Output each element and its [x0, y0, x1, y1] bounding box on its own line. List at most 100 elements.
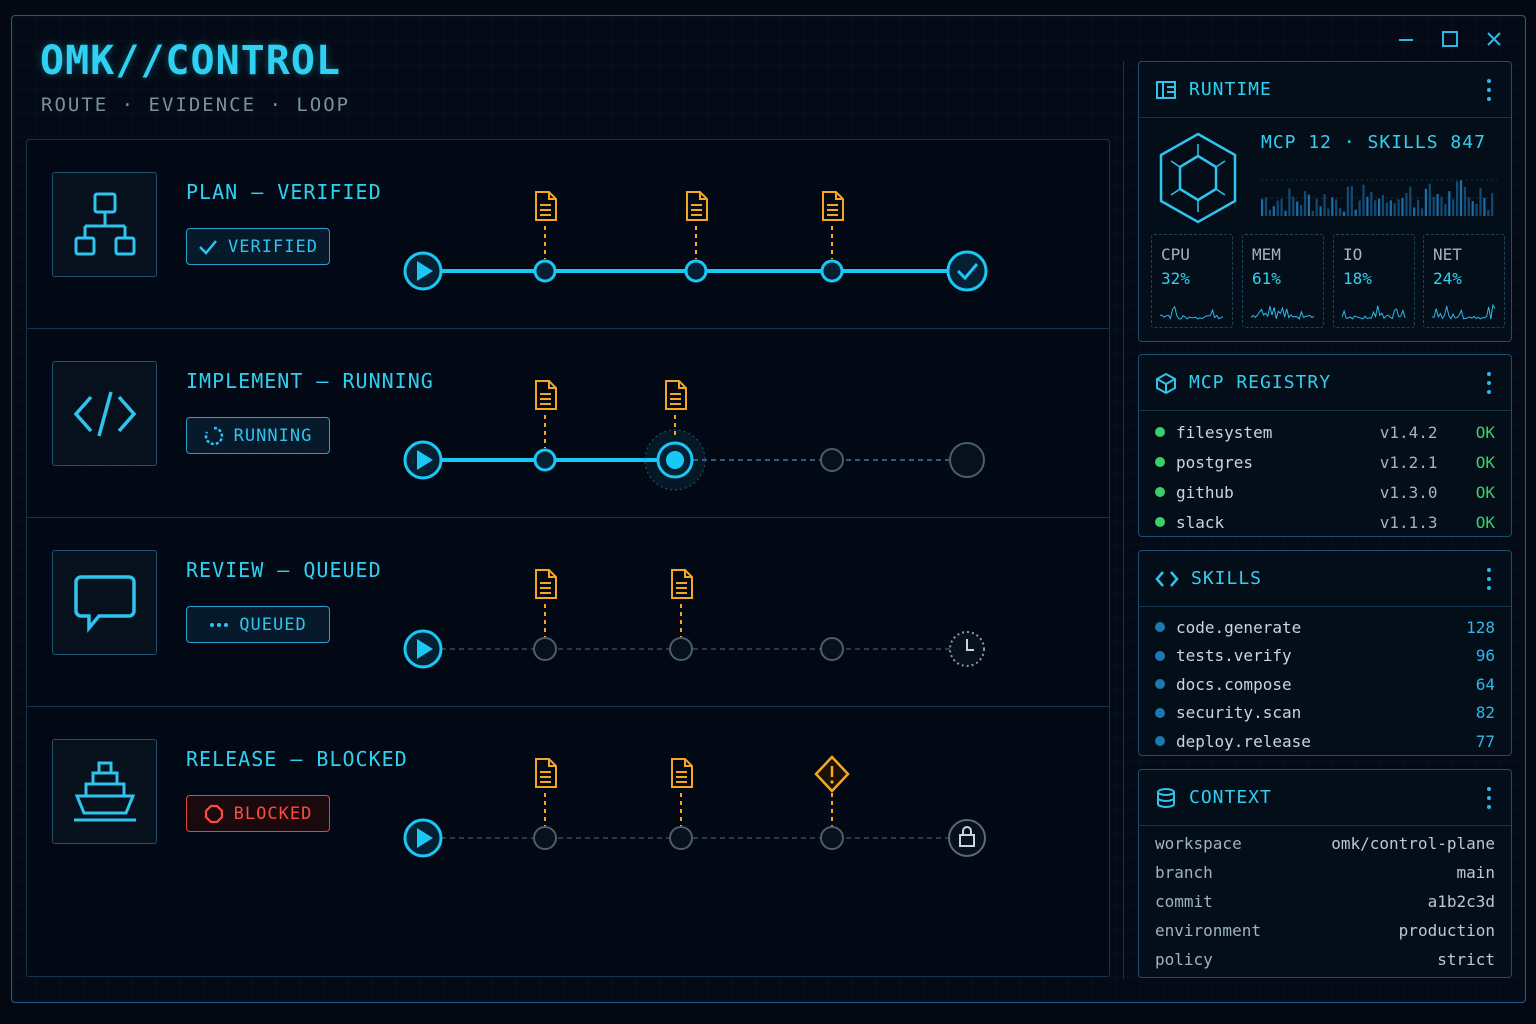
pipeline-panel: PLAN – VERIFIED VERIFIED IMPLEMENT – RUN…: [26, 139, 1110, 977]
pending-node[interactable]: [820, 826, 844, 850]
sparkline-bar: [1424, 188, 1427, 216]
item-name: github: [1176, 482, 1234, 502]
document-icon[interactable]: [535, 191, 557, 221]
pending-node[interactable]: [669, 637, 693, 661]
lock-icon[interactable]: [948, 819, 986, 857]
sparkline-bar: [1463, 186, 1466, 216]
stage-review[interactable]: REVIEW – QUEUED QUEUED: [27, 518, 1109, 707]
context-key: commit: [1155, 892, 1213, 911]
skill-count: 128: [1466, 617, 1495, 637]
more-options-icon[interactable]: [1487, 787, 1493, 809]
skill-item[interactable]: docs.compose 64: [1139, 670, 1511, 699]
metric-cpu: CPU 32%: [1151, 234, 1233, 328]
context-row: commit a1b2c3d: [1139, 887, 1511, 916]
status-label: QUEUED: [239, 614, 307, 635]
skill-name: docs.compose: [1176, 674, 1292, 694]
context-value: production: [1398, 921, 1495, 940]
metric-value: 32%: [1161, 269, 1190, 288]
skill-dot: [1155, 622, 1165, 633]
document-icon[interactable]: [535, 569, 557, 599]
play-node[interactable]: [403, 818, 443, 858]
more-options-icon[interactable]: [1487, 568, 1493, 590]
complete-node[interactable]: [946, 250, 988, 292]
end-node[interactable]: [949, 442, 985, 478]
document-icon[interactable]: [535, 380, 557, 410]
document-icon[interactable]: [822, 191, 844, 221]
stage-plan[interactable]: PLAN – VERIFIED VERIFIED: [27, 140, 1109, 329]
document-icon[interactable]: [665, 380, 687, 410]
skill-item[interactable]: code.generate 128: [1139, 613, 1511, 642]
sparkline-bar: [1467, 197, 1470, 216]
skill-item[interactable]: security.scan 82: [1139, 699, 1511, 728]
active-node[interactable]: [644, 429, 706, 491]
play-node[interactable]: [403, 251, 443, 291]
skill-item[interactable]: deploy.release 77: [1139, 727, 1511, 756]
document-icon[interactable]: [671, 758, 693, 788]
skill-item[interactable]: tests.verify 96: [1139, 642, 1511, 671]
context-value: a1b2c3d: [1427, 892, 1495, 911]
play-node[interactable]: [403, 440, 443, 480]
sparkline-bar: [1417, 199, 1420, 216]
skill-count: 82: [1475, 703, 1495, 723]
document-icon[interactable]: [686, 191, 708, 221]
checkpoint-node[interactable]: [533, 448, 557, 472]
metric-label: IO: [1343, 245, 1363, 264]
pending-node[interactable]: [820, 637, 844, 661]
skill-count: 77: [1475, 731, 1495, 751]
registry-item[interactable]: postgres v1.2.1 OK: [1139, 447, 1511, 477]
checkpoint-node[interactable]: [820, 259, 844, 283]
status-label: RUNNING: [233, 425, 313, 446]
item-name: slack: [1176, 512, 1225, 532]
maximize-icon[interactable]: [1439, 28, 1461, 50]
skill-dot: [1155, 707, 1165, 718]
sparkline-bar: [1440, 196, 1443, 216]
registry-item[interactable]: filesystem v1.4.2 OK: [1139, 417, 1511, 447]
play-node[interactable]: [403, 629, 443, 669]
app-title: OMK//CONTROL: [40, 38, 341, 84]
stage-title: REVIEW – QUEUED: [186, 558, 382, 582]
sparkline-bar: [1307, 194, 1310, 216]
stage-implement[interactable]: IMPLEMENT – RUNNING RUNNING: [27, 329, 1109, 518]
skill-name: security.scan: [1176, 703, 1302, 723]
item-status: OK: [1475, 482, 1495, 502]
sparkline-bar: [1327, 208, 1330, 216]
sparkline-line: [1160, 305, 1224, 320]
registry-item[interactable]: github v1.3.0 OK: [1139, 477, 1511, 507]
panel-title: MCP REGISTRY: [1189, 372, 1332, 393]
close-icon[interactable]: [1483, 28, 1505, 50]
pending-node[interactable]: [820, 448, 844, 472]
stage-release[interactable]: RELEASE – BLOCKED BLOCKED: [27, 707, 1109, 896]
app-window: OMK//CONTROL ROUTE · EVIDENCE · LOOP PLA…: [11, 15, 1526, 1003]
sparkline-bar: [1475, 203, 1478, 216]
sparkline-bar: [1366, 196, 1369, 216]
warning-icon[interactable]: [814, 755, 850, 793]
pending-node[interactable]: [533, 826, 557, 850]
document-icon[interactable]: [535, 758, 557, 788]
metric-value: 24%: [1433, 269, 1462, 288]
sparkline-bar: [1491, 193, 1494, 216]
hierarchy-icon: [52, 172, 157, 277]
metric-io: IO 18%: [1333, 234, 1415, 328]
sparkline-bar: [1385, 202, 1388, 216]
pending-node[interactable]: [669, 826, 693, 850]
database-icon: [1157, 787, 1175, 808]
skill-name: tests.verify: [1176, 646, 1292, 666]
pending-node[interactable]: [533, 637, 557, 661]
checkpoint-node[interactable]: [684, 259, 708, 283]
minimize-icon[interactable]: [1395, 28, 1417, 50]
registry-item[interactable]: slack v1.1.3 OK: [1139, 507, 1511, 537]
checkpoint-node[interactable]: [533, 259, 557, 283]
clock-icon[interactable]: [949, 631, 985, 667]
context-panel: CONTEXT workspace omk/control-plane branc…: [1138, 769, 1512, 978]
more-options-icon[interactable]: [1487, 372, 1493, 394]
more-options-icon[interactable]: [1487, 79, 1493, 101]
skill-dot: [1155, 650, 1165, 661]
metric-label: CPU: [1161, 245, 1190, 264]
status-label: BLOCKED: [233, 803, 313, 824]
sparkline-bar: [1448, 191, 1451, 216]
sparkline-bar: [1323, 194, 1326, 216]
document-icon[interactable]: [671, 569, 693, 599]
sparkline-bar: [1483, 197, 1486, 216]
sparkline-bar: [1413, 207, 1416, 216]
ship-icon: [52, 739, 157, 844]
